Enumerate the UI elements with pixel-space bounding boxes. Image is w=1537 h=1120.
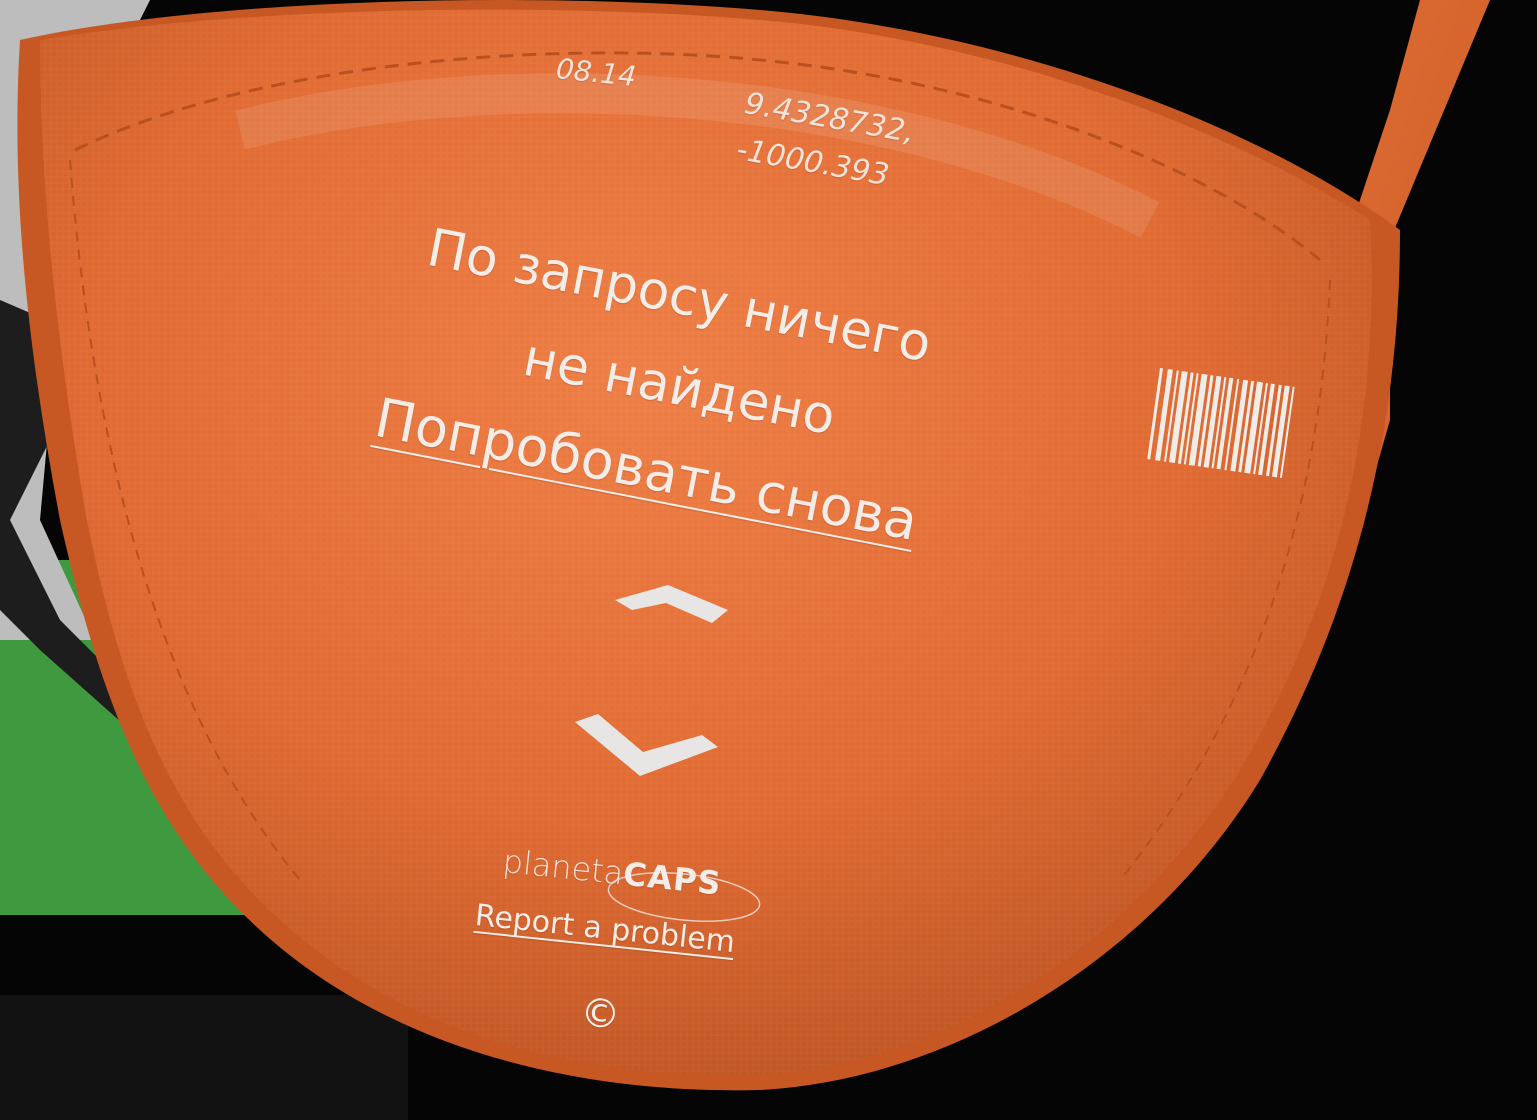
stage: 08.14 9.4328732, -1000.393 По запросу ни…: [0, 0, 1537, 1120]
mask-fabric-texture: [40, 9, 1372, 1076]
dark-block: [0, 995, 408, 1120]
copyright-icon: ©: [578, 990, 622, 1039]
